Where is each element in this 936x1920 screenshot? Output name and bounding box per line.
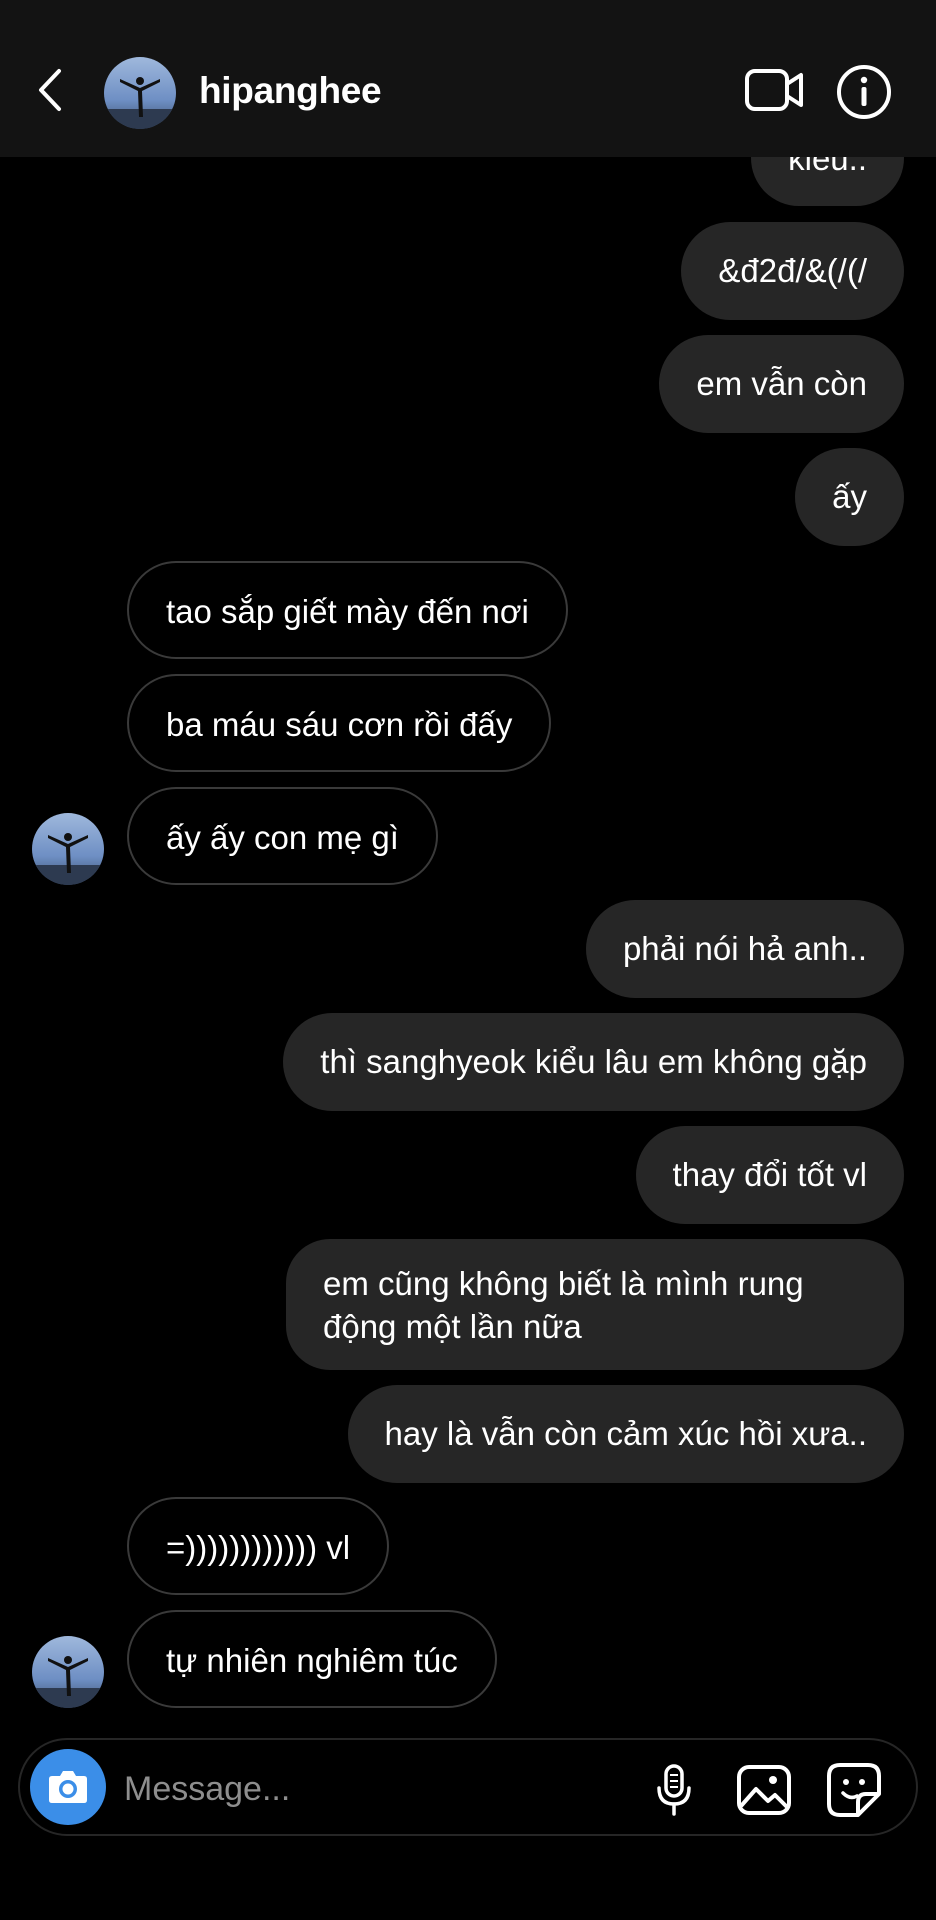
message-bubble-outgoing[interactable]: thay đổi tốt vl (635, 1126, 904, 1224)
message-input[interactable] (122, 1762, 626, 1816)
message-bubble-incoming[interactable]: ấy ấy con mẹ gì (127, 787, 438, 885)
message-bubble-outgoing[interactable]: thì sanghyeok kiểu lâu em không gặp (283, 1013, 904, 1111)
sender-avatar[interactable] (32, 1636, 104, 1708)
message-composer (18, 1738, 918, 1836)
sticker-icon (827, 1763, 881, 1817)
camera-icon (49, 1771, 87, 1803)
chevron-left-icon (39, 69, 61, 111)
video-call-icon (745, 69, 803, 111)
video-call-button[interactable] (744, 62, 806, 118)
camera-button[interactable] (30, 1749, 106, 1825)
message-bubble-incoming[interactable]: tự nhiên nghiêm túc (127, 1610, 497, 1708)
message-bubble-outgoing[interactable]: phải nói hả anh.. (585, 900, 904, 998)
message-bubble-incoming[interactable]: ba máu sáu cơn rồi đấy (127, 674, 552, 772)
message-bubble-incoming[interactable]: =)))))))))))) vl (127, 1497, 390, 1595)
message-bubble-incoming[interactable]: tao sắp giết mày đến nơi (127, 561, 568, 659)
chat-username[interactable]: hipanghee (199, 70, 382, 112)
header-avatar[interactable] (104, 57, 176, 129)
message-bubble-outgoing[interactable]: ấy (795, 448, 904, 546)
back-button[interactable] (30, 62, 70, 118)
microphone-icon (657, 1764, 691, 1816)
avatar-silhouette-icon (104, 57, 176, 129)
message-bubble-outgoing[interactable]: hay là vẫn còn cảm xúc hồi xưa.. (347, 1385, 904, 1483)
message-list[interactable]: kiểu.. &đ2đ/&(/(/ em vẫn còn ấy tao sắp … (0, 0, 936, 1730)
sticker-button[interactable] (826, 1762, 882, 1818)
info-button[interactable] (836, 64, 892, 120)
gallery-button[interactable] (736, 1762, 792, 1818)
info-icon (837, 65, 891, 119)
image-gallery-icon (737, 1765, 791, 1815)
avatar-silhouette-icon (32, 1636, 104, 1708)
message-bubble-outgoing[interactable]: &đ2đ/&(/(/ (681, 222, 904, 320)
sender-avatar[interactable] (32, 813, 104, 885)
message-bubble-outgoing[interactable]: em cũng không biết là mình rung động một… (286, 1239, 904, 1370)
avatar-silhouette-icon (32, 813, 104, 885)
chat-header: hipanghee (0, 0, 936, 157)
voice-message-button[interactable] (646, 1762, 702, 1818)
message-bubble-outgoing[interactable]: em vẫn còn (659, 335, 904, 433)
